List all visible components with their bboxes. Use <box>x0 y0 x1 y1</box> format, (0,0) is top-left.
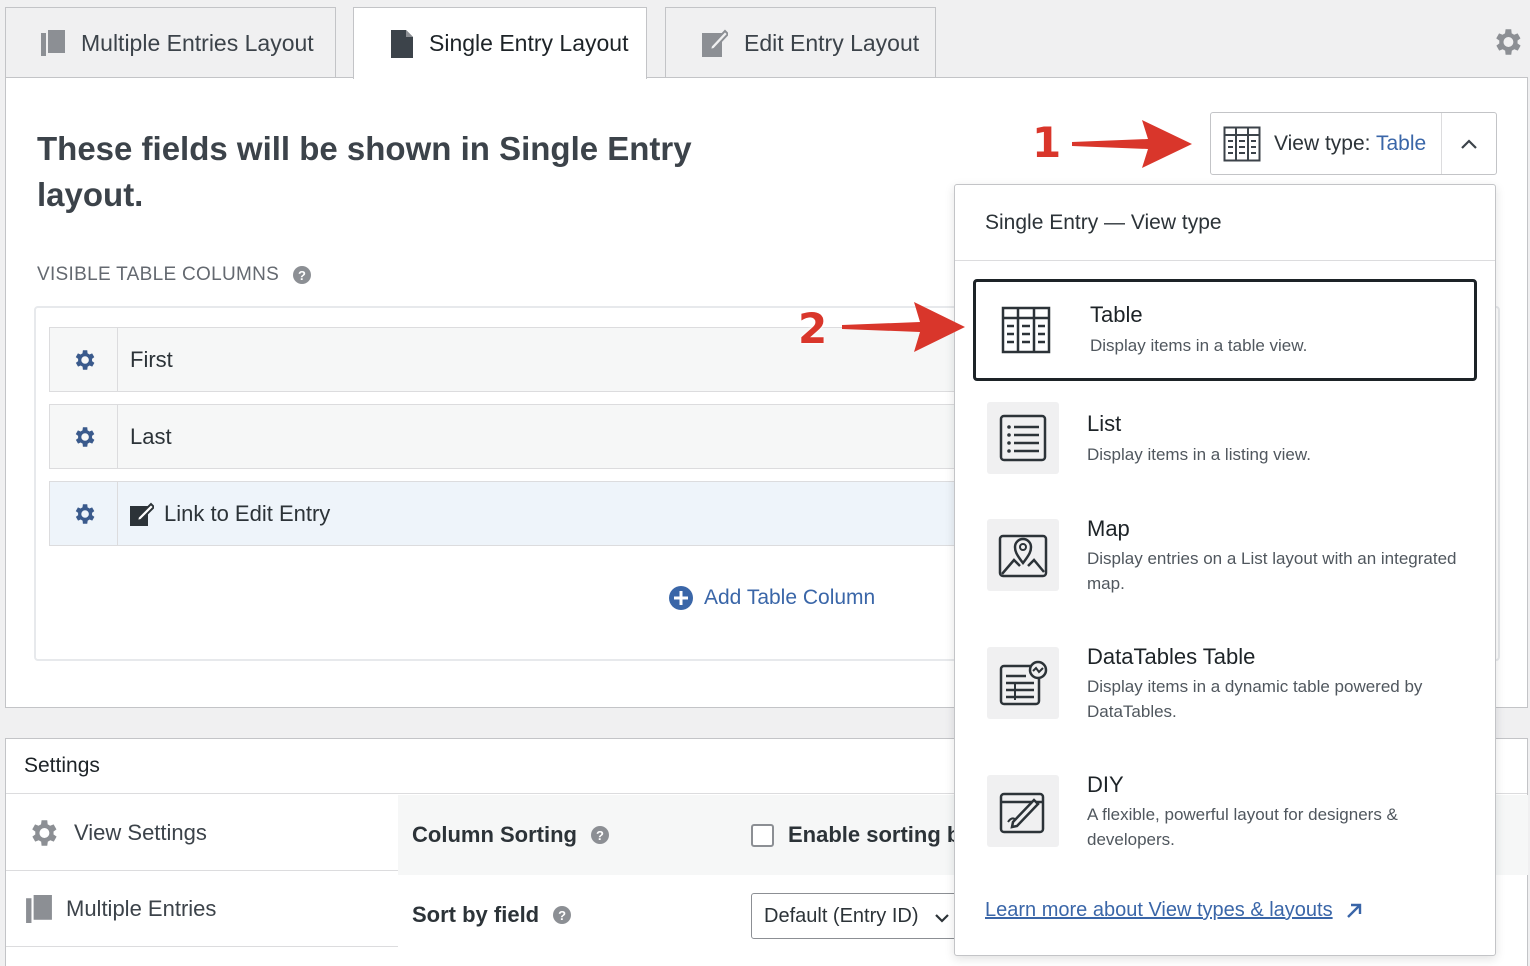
option-title: Map <box>1087 516 1130 541</box>
sidebar-item-label: View Settings <box>74 819 207 845</box>
option-desc: Display items in a table view. <box>1090 336 1308 355</box>
sidebar-item-multiple-entries[interactable]: Multiple Entries <box>6 871 398 947</box>
gear-icon <box>26 816 60 850</box>
setting-name: Column Sorting ? <box>412 822 609 848</box>
gear-icon[interactable] <box>50 328 118 391</box>
edit-icon <box>702 29 728 57</box>
gear-icon[interactable] <box>1490 25 1524 64</box>
view-type-option-datatables[interactable]: DataTables Table Display items in a dyna… <box>973 631 1477 733</box>
view-type-option-list[interactable]: List Display items in a listing view. <box>973 390 1477 492</box>
select-value: Default (Entry ID) <box>764 904 919 927</box>
option-title: List <box>1087 411 1122 436</box>
section-label: VISIBLE TABLE COLUMNS ? <box>37 264 312 286</box>
option-desc: Display items in a dynamic table powered… <box>1087 677 1423 721</box>
stack-pages-icon <box>26 894 52 923</box>
enable-sorting-checkbox[interactable] <box>751 823 774 847</box>
tab-label: Single Entry Layout <box>429 30 629 56</box>
list-icon <box>987 402 1059 474</box>
option-desc: Display entries on a List layout with an… <box>1087 549 1457 593</box>
setting-name-text: Sort by field <box>412 902 540 927</box>
view-type-label: View type: Table <box>1274 132 1426 156</box>
option-desc: A flexible, powerful layout for designer… <box>1087 805 1398 849</box>
help-icon[interactable]: ? <box>293 266 312 284</box>
view-type-option-map[interactable]: Map Display entries on a List layout wit… <box>973 503 1477 605</box>
field-label: Last <box>130 423 172 449</box>
annotation-number-1: 1 <box>1032 118 1062 167</box>
option-title: Table <box>1090 302 1143 327</box>
view-type-option-table[interactable]: Table Display items in a table view. <box>973 279 1477 381</box>
sort-by-field-select[interactable]: Default (Entry ID) <box>751 893 961 939</box>
document-icon <box>391 29 413 58</box>
setting-name: Sort by field ? <box>412 902 572 928</box>
view-type-value: Table <box>1375 131 1427 155</box>
diy-icon <box>987 775 1059 847</box>
view-type-button[interactable]: View type: Table <box>1210 112 1497 175</box>
gear-icon[interactable] <box>50 482 118 545</box>
datatables-icon <box>987 647 1059 719</box>
page-title: These fields will be shown in Single Ent… <box>37 130 692 213</box>
view-type-option-diy[interactable]: DIY A flexible, powerful layout for desi… <box>973 759 1477 861</box>
chevron-up-icon[interactable] <box>1441 113 1496 174</box>
checkbox-label: Enable sorting b <box>788 822 961 847</box>
field-label-text: Link to Edit Entry <box>164 500 331 526</box>
dropdown-title: Single Entry — View type <box>955 185 1495 261</box>
tab-multiple-entries-layout[interactable]: Multiple Entries Layout <box>5 7 336 78</box>
field-label: First <box>130 346 173 372</box>
learn-more-text: Learn more about View types & layouts <box>985 899 1333 921</box>
setting-name-text: Column Sorting <box>412 822 577 847</box>
stack-pages-icon <box>41 30 65 56</box>
help-icon[interactable]: ? <box>553 906 572 924</box>
option-desc: Display items in a listing view. <box>1087 445 1311 464</box>
tab-label: Multiple Entries Layout <box>81 29 314 56</box>
plus-circle-icon <box>668 585 694 611</box>
add-table-column-button[interactable]: Add Table Column <box>668 585 875 611</box>
learn-more-link[interactable]: Learn more about View types & layouts <box>985 899 1363 922</box>
edit-icon <box>130 502 154 526</box>
external-link-icon <box>1345 902 1363 920</box>
map-icon <box>987 519 1059 591</box>
field-label: Link to Edit Entry <box>118 501 330 527</box>
table-icon <box>1223 126 1261 162</box>
gear-icon[interactable] <box>50 405 118 468</box>
option-title: DIY <box>1087 772 1124 797</box>
sidebar-item-view-settings[interactable]: View Settings <box>6 795 398 871</box>
section-label-text: VISIBLE TABLE COLUMNS <box>37 264 280 285</box>
add-table-column-label: Add Table Column <box>704 586 876 609</box>
tab-edit-entry-layout[interactable]: Edit Entry Layout <box>665 7 936 78</box>
view-type-prefix: View type: <box>1274 131 1371 155</box>
table-icon <box>990 294 1062 366</box>
annotation-arrow-2 <box>842 302 965 352</box>
annotation-arrow-1 <box>1072 120 1192 168</box>
annotation-number-2: 2 <box>798 304 828 353</box>
tab-single-entry-layout[interactable]: Single Entry Layout <box>353 7 647 79</box>
sidebar-item-label: Multiple Entries <box>66 895 217 921</box>
chevron-down-icon <box>934 907 950 930</box>
view-type-dropdown: Single Entry — View type Table Display i… <box>954 184 1496 956</box>
help-icon[interactable]: ? <box>590 826 609 844</box>
option-title: DataTables Table <box>1087 644 1256 669</box>
tab-label: Edit Entry Layout <box>744 29 920 56</box>
